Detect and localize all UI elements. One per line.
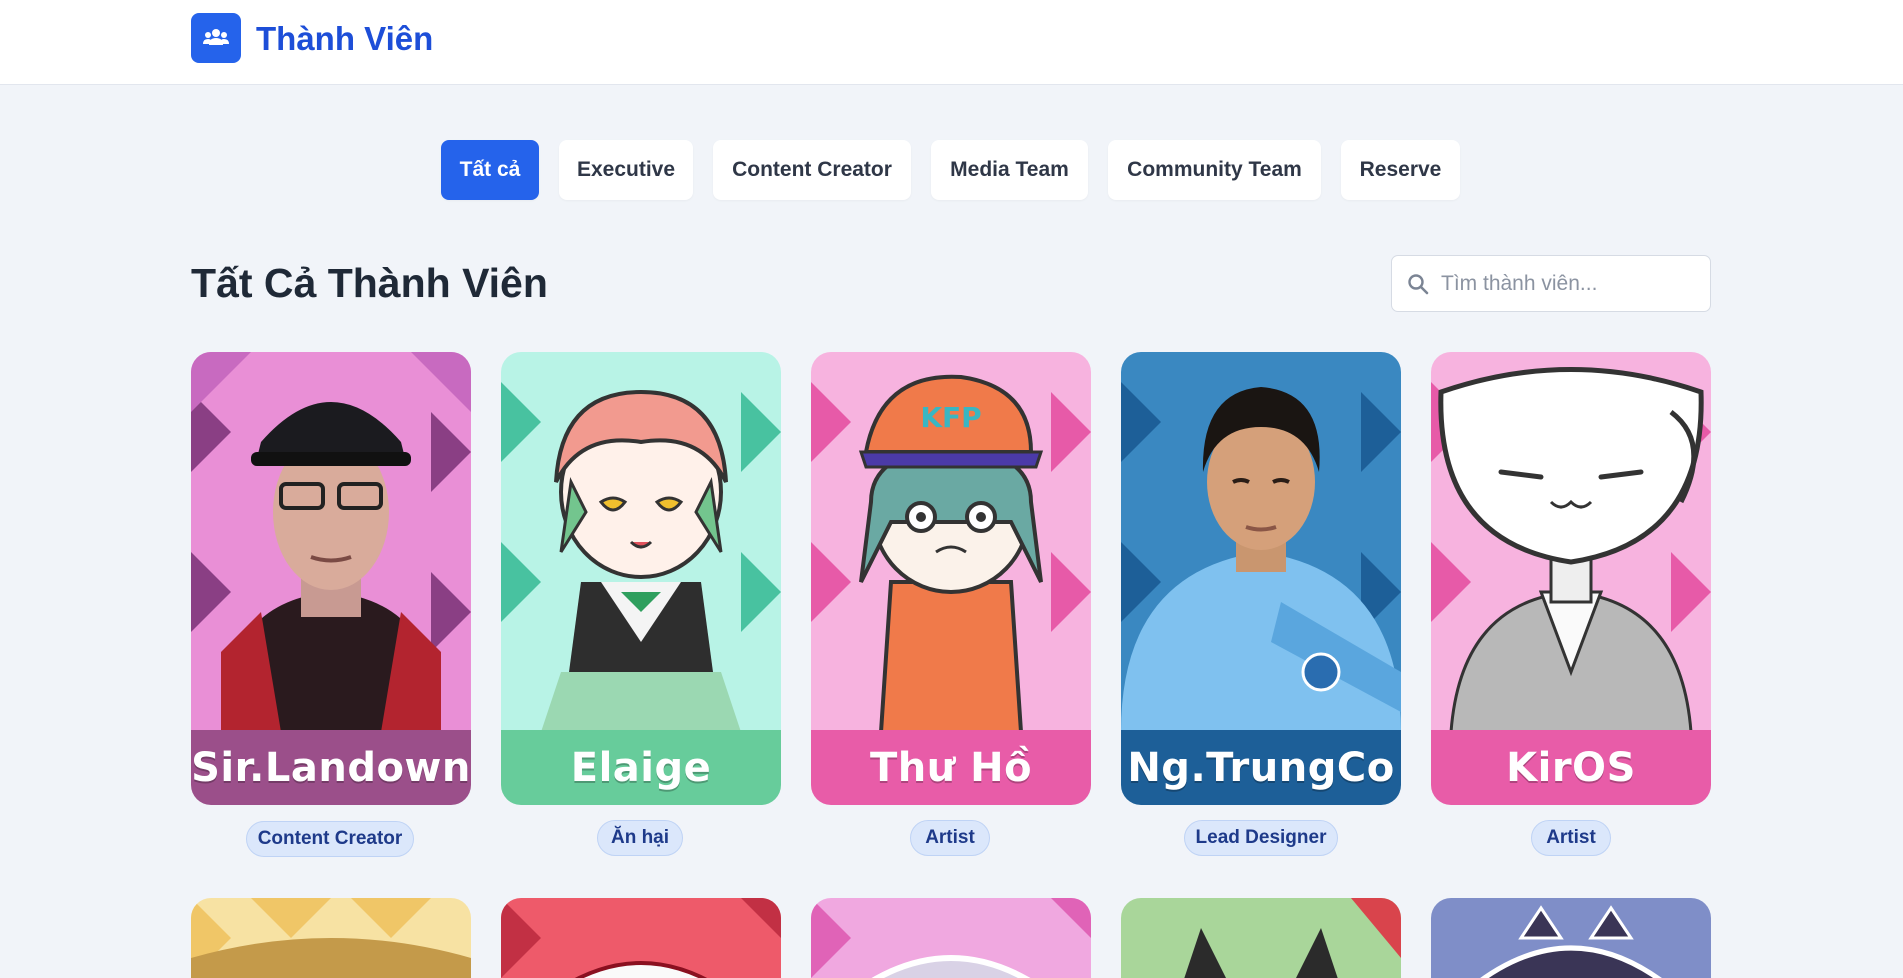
member-name: Elaige [570, 744, 712, 791]
member-name-band: Elaige [501, 730, 781, 805]
member-card-kiros[interactable]: KirOS [1431, 352, 1711, 805]
member-avatar [1121, 898, 1401, 978]
member-avatar [501, 898, 781, 978]
member-name: KirOS [1506, 744, 1636, 791]
member-card-thu-ho[interactable]: KFP Thư Hồ [811, 352, 1091, 805]
member-card-row2[interactable] [811, 898, 1091, 978]
member-avatar [501, 352, 781, 732]
search-icon [1408, 274, 1429, 295]
tab-community-team[interactable]: Community Team [1108, 140, 1321, 200]
member-role-badge: Lead Designer [1184, 820, 1338, 856]
member-card-row2[interactable] [1431, 898, 1711, 978]
member-name-band: Thư Hồ [811, 730, 1091, 805]
users-icon[interactable] [191, 13, 241, 63]
tab-all[interactable]: Tất cả [441, 140, 539, 200]
member-name-band: Sir.Landown [191, 730, 471, 805]
search-input[interactable] [1441, 256, 1703, 311]
member-role-badge: Ăn hại [597, 820, 683, 856]
member-name: Thư Hồ [869, 744, 1033, 791]
member-role-badge: Artist [910, 820, 990, 856]
section-title: Tất Cả Thành Viên [191, 260, 548, 306]
member-avatar [191, 898, 471, 978]
member-role-badge: Artist [1531, 820, 1611, 856]
member-card-sir-landown[interactable]: Sir.Landown [191, 352, 471, 805]
member-avatar [191, 352, 471, 732]
member-name: Ng.TrungCo [1127, 744, 1395, 791]
member-card-row2[interactable] [191, 898, 471, 978]
tab-executive[interactable]: Executive [559, 140, 693, 200]
member-avatar [811, 898, 1091, 978]
member-card-row2[interactable] [501, 898, 781, 978]
tab-content-creator[interactable]: Content Creator [713, 140, 911, 200]
site-title[interactable]: Thành Viên [256, 20, 433, 58]
member-avatar [1431, 352, 1711, 732]
member-avatar [1431, 898, 1711, 978]
svg-text:KFP: KFP [920, 401, 981, 434]
member-avatar: KFP [811, 352, 1091, 732]
member-name-band: KirOS [1431, 730, 1711, 805]
member-name-band: Ng.TrungCo [1121, 730, 1401, 805]
member-role-badge: Content Creator [246, 821, 414, 857]
member-name: Sir.Landown [191, 744, 471, 791]
member-card-row2[interactable] [1121, 898, 1401, 978]
member-avatar [1121, 352, 1401, 732]
filter-tabs: Tất cả Executive Content Creator Media T… [0, 140, 1903, 200]
search-box [1391, 255, 1711, 312]
member-card-elaige[interactable]: Elaige [501, 352, 781, 805]
top-bar: Thành Viên [0, 0, 1903, 85]
tab-media-team[interactable]: Media Team [931, 140, 1088, 200]
tab-reserve[interactable]: Reserve [1341, 140, 1460, 200]
member-card-ng-trungco[interactable]: Ng.TrungCo [1121, 352, 1401, 805]
